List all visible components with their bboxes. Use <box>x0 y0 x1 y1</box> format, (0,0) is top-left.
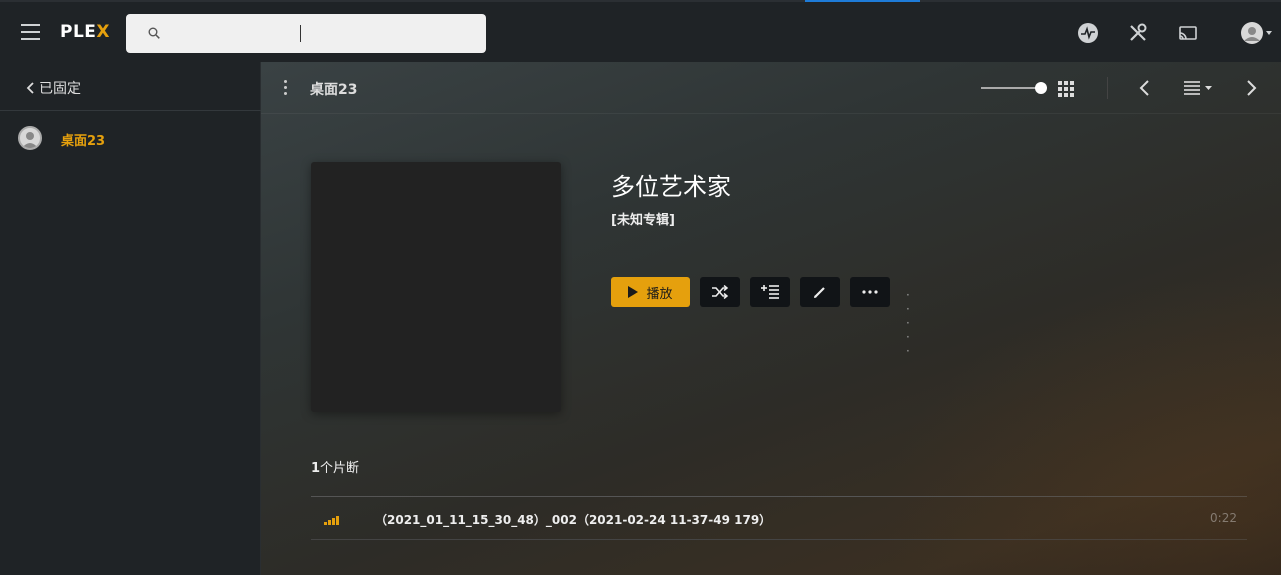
more-button[interactable] <box>850 277 890 307</box>
search-box[interactable] <box>126 14 486 53</box>
main-content: 桌面23 多位艺术家 [未知专辑] 播放 · · · · · 1个片断 （202… <box>261 62 1281 575</box>
content-toolbar: 桌面23 <box>261 62 1281 114</box>
toolbar-separator <box>1107 77 1108 99</box>
now-playing-bars-icon <box>324 515 339 525</box>
list-view-icon[interactable] <box>1182 79 1216 97</box>
sidebar-item-server[interactable]: 桌面23 <box>18 126 248 150</box>
play-icon <box>628 286 639 298</box>
album-artist[interactable]: 多位艺术家 <box>611 167 731 202</box>
add-to-queue-button[interactable] <box>750 277 790 307</box>
sidebar: 已固定 桌面23 <box>0 62 261 575</box>
track-title: （2021_01_11_15_30_48）_002（2021-02-24 11-… <box>375 513 772 527</box>
top-bar: PLEX <box>0 0 1281 62</box>
add-to-queue-icon <box>761 285 779 299</box>
play-button[interactable]: 播放 <box>611 277 690 307</box>
table-row[interactable]: （2021_01_11_15_30_48）_002（2021-02-24 11-… <box>311 497 1247 539</box>
track-list-divider-bottom <box>311 539 1247 540</box>
shuffle-button[interactable] <box>700 277 740 307</box>
track-count: 1个片断 <box>311 461 360 476</box>
chevron-right-icon[interactable] <box>1240 77 1262 99</box>
kebab-icon[interactable] <box>284 80 288 96</box>
search-input[interactable] <box>172 22 472 44</box>
track-duration: 0:22 <box>1210 511 1237 525</box>
pinned-back-link[interactable]: 已固定 <box>26 78 81 98</box>
search-icon <box>148 27 160 39</box>
rating-dots[interactable]: · · · · · <box>906 288 917 358</box>
active-tab-indicator <box>805 0 920 2</box>
grid-view-icon[interactable] <box>1058 81 1074 97</box>
size-slider[interactable] <box>981 82 1047 94</box>
menu-icon[interactable] <box>21 24 40 40</box>
shuffle-icon <box>712 285 729 299</box>
chevron-left-icon <box>26 82 34 94</box>
sidebar-divider <box>0 110 261 111</box>
album-title: [未知专辑] <box>611 213 675 228</box>
more-icon <box>862 290 878 294</box>
edit-icon <box>814 287 825 298</box>
play-label: 播放 <box>646 286 673 302</box>
edit-button[interactable] <box>800 277 840 307</box>
page-title: 桌面23 <box>310 82 358 98</box>
chevron-left-icon[interactable] <box>1134 77 1156 99</box>
server-avatar-icon <box>18 126 42 150</box>
settings-tools-icon[interactable] <box>1127 22 1149 44</box>
cast-icon[interactable] <box>1177 22 1199 44</box>
user-avatar-icon[interactable] <box>1238 22 1278 44</box>
plex-logo[interactable]: PLEX <box>60 22 110 42</box>
album-cover[interactable] <box>311 162 561 412</box>
activity-icon[interactable] <box>1077 22 1099 44</box>
sidebar-item-label: 桌面23 <box>61 134 106 149</box>
pinned-label: 已固定 <box>39 81 81 97</box>
